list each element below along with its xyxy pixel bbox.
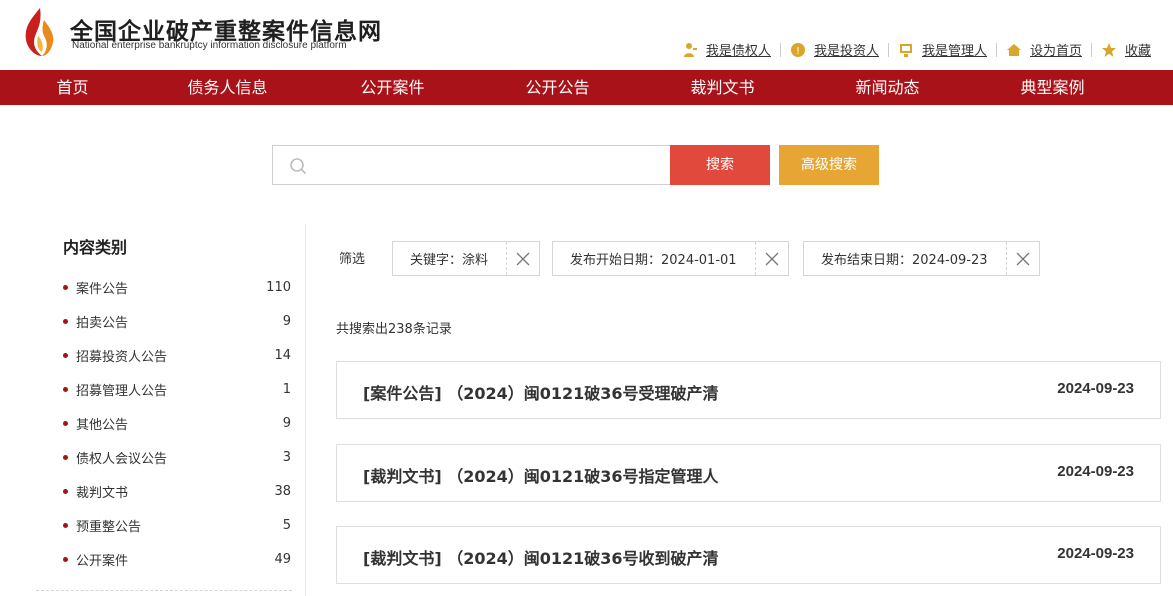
category-item-investor-recruit[interactable]: 招募投资人公告 14 xyxy=(63,338,291,372)
investor-icon: ! xyxy=(790,42,806,58)
nav-debtor-info[interactable]: 债务人信息 xyxy=(145,70,310,105)
category-label: 案件公告 xyxy=(76,281,129,297)
top-links: 我是债权人 ! 我是投资人 我是管理人 设为首页 收藏 xyxy=(682,40,1151,59)
home-icon xyxy=(1006,42,1022,58)
set-homepage-label: 设为首页 xyxy=(1029,44,1082,59)
bullet-icon xyxy=(63,556,68,562)
nav-public-announcements[interactable]: 公开公告 xyxy=(475,70,640,105)
search-icon xyxy=(290,158,307,175)
filter-chip-text: 关键字：涂料 xyxy=(410,253,489,268)
category-label: 裁判文书 xyxy=(76,485,129,501)
filter-chip-text: 发布结束日期：2024-09-23 xyxy=(821,253,988,268)
manager-link-label: 我是管理人 xyxy=(921,44,987,59)
category-label: 招募管理人公告 xyxy=(76,383,168,399)
nav-home[interactable]: 首页 xyxy=(0,70,145,105)
category-item-creditor-meeting[interactable]: 债权人会议公告 3 xyxy=(63,440,291,474)
category-count: 3 xyxy=(282,449,291,465)
filter-chip-end-date: 发布结束日期：2024-09-23 xyxy=(803,241,1040,276)
filter-chip-keyword: 关键字：涂料 xyxy=(392,241,541,276)
investor-link-label: 我是投资人 xyxy=(813,44,879,59)
site-header: 全国企业破产重整案件信息网 National enterprise bankru… xyxy=(0,0,1173,70)
category-item-judgments[interactable]: 裁判文书 38 xyxy=(63,474,291,508)
category-count: 9 xyxy=(282,313,291,329)
category-count: 49 xyxy=(274,551,291,567)
filter-chip-start-date: 发布开始日期：2024-01-01 xyxy=(552,241,789,276)
search-input[interactable] xyxy=(319,146,659,184)
bullet-icon xyxy=(63,386,68,392)
manager-icon xyxy=(898,42,914,58)
category-sidebar: 内容类别 案件公告 110 拍卖公告 9 招募投资人公告 14 招募管理人公告 … xyxy=(0,224,306,596)
flame-logo-icon[interactable] xyxy=(20,6,58,58)
category-item-manager-recruit[interactable]: 招募管理人公告 1 xyxy=(63,372,291,406)
category-count: 9 xyxy=(282,415,291,431)
bullet-icon xyxy=(63,352,68,358)
category-label: 招募投资人公告 xyxy=(76,349,168,365)
category-label: 其他公告 xyxy=(76,417,129,433)
manager-link[interactable]: 我是管理人 xyxy=(898,40,987,59)
toplink-divider xyxy=(887,42,889,57)
set-homepage-link[interactable]: 设为首页 xyxy=(1006,40,1082,59)
category-label: 公开案件 xyxy=(76,553,129,569)
category-label: 拍卖公告 xyxy=(76,315,129,331)
favorite-link[interactable]: 收藏 xyxy=(1101,40,1151,59)
category-label: 预重整公告 xyxy=(76,519,142,535)
result-item[interactable]: [裁判文书] （2024）闽0121破36号指定管理人 2024-09-23 xyxy=(336,444,1161,502)
category-count: 110 xyxy=(266,279,291,295)
bullet-icon xyxy=(63,318,68,324)
close-icon[interactable] xyxy=(1005,242,1039,275)
toplink-divider xyxy=(995,42,997,57)
toplink-divider xyxy=(779,42,781,57)
result-summary: 共搜索出238条记录 xyxy=(336,322,452,337)
search-button[interactable]: 搜索 xyxy=(670,145,770,185)
filter-chip-text: 发布开始日期：2024-01-01 xyxy=(570,253,737,268)
filter-label: 筛选 xyxy=(339,252,366,267)
category-count: 38 xyxy=(274,483,291,499)
result-date: 2024-09-23 xyxy=(1057,545,1134,562)
result-title: [裁判文书] （2024）闽0121破36号指定管理人 xyxy=(363,467,719,486)
investor-link[interactable]: ! 我是投资人 xyxy=(790,40,879,59)
category-item-pre-reorganization[interactable]: 预重整公告 5 xyxy=(63,508,291,542)
toplink-divider xyxy=(1090,42,1092,57)
category-count: 5 xyxy=(282,517,291,533)
nav-public-cases[interactable]: 公开案件 xyxy=(310,70,475,105)
category-item-public-cases[interactable]: 公开案件 49 xyxy=(63,542,291,576)
site-subtitle: National enterprise bankruptcy informati… xyxy=(72,40,347,51)
result-title: [裁判文书] （2024）闽0121破36号收到破产清 xyxy=(363,549,719,568)
svg-text:!: ! xyxy=(796,46,800,57)
nav-judgments[interactable]: 裁判文书 xyxy=(640,70,805,105)
nav-news[interactable]: 新闻动态 xyxy=(805,70,970,105)
creditor-icon xyxy=(682,42,698,58)
search-box xyxy=(272,145,670,185)
category-item-case-announcement[interactable]: 案件公告 110 xyxy=(63,270,291,304)
result-item[interactable]: [案件公告] （2024）闽0121破36号受理破产清 2024-09-23 xyxy=(336,361,1161,419)
bullet-icon xyxy=(63,522,68,528)
bullet-icon xyxy=(63,284,68,290)
result-title: [案件公告] （2024）闽0121破36号受理破产清 xyxy=(363,384,719,403)
category-count: 14 xyxy=(274,347,291,363)
category-item-other[interactable]: 其他公告 9 xyxy=(63,406,291,440)
bullet-icon xyxy=(63,420,68,426)
result-date: 2024-09-23 xyxy=(1057,463,1134,480)
category-item-auction[interactable]: 拍卖公告 9 xyxy=(63,304,291,338)
close-icon[interactable] xyxy=(506,242,539,275)
nav-typical-cases[interactable]: 典型案例 xyxy=(970,70,1135,105)
advanced-search-button[interactable]: 高级搜索 xyxy=(779,145,879,185)
sidebar-divider xyxy=(36,590,292,591)
category-list: 案件公告 110 拍卖公告 9 招募投资人公告 14 招募管理人公告 1 其他公… xyxy=(63,270,291,576)
close-icon[interactable] xyxy=(754,242,788,275)
sidebar-title: 内容类别 xyxy=(63,238,128,257)
bullet-icon xyxy=(63,488,68,494)
category-label: 债权人会议公告 xyxy=(76,451,168,467)
favorite-label: 收藏 xyxy=(1124,44,1151,59)
result-date: 2024-09-23 xyxy=(1057,380,1134,397)
bullet-icon xyxy=(63,454,68,460)
category-count: 1 xyxy=(282,381,291,397)
result-item[interactable]: [裁判文书] （2024）闽0121破36号收到破产清 2024-09-23 xyxy=(336,526,1161,584)
star-icon xyxy=(1101,42,1117,58)
creditor-link-label: 我是债权人 xyxy=(705,44,771,59)
page: 全国企业破产重整案件信息网 National enterprise bankru… xyxy=(0,0,1173,596)
main-nav: 首页 债务人信息 公开案件 公开公告 裁判文书 新闻动态 典型案例 xyxy=(0,70,1173,105)
creditor-link[interactable]: 我是债权人 xyxy=(682,40,771,59)
